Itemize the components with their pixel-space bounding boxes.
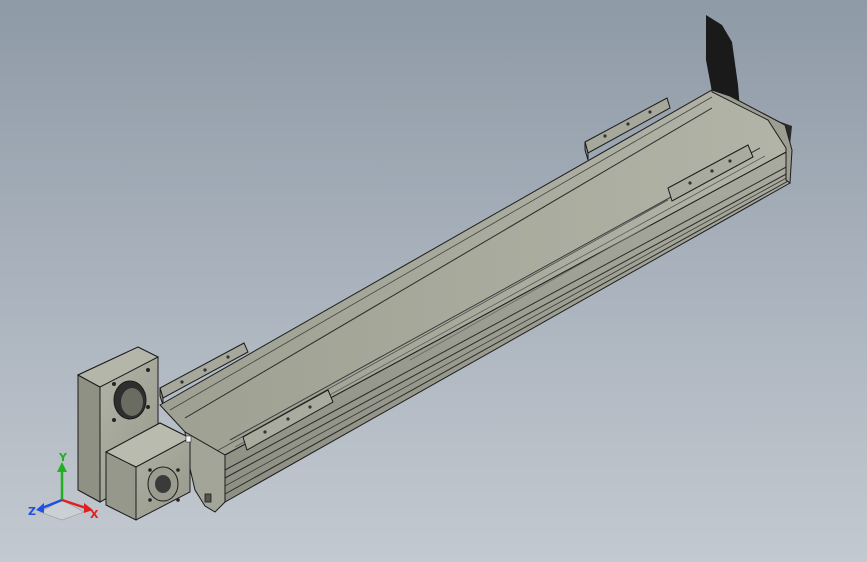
cad-viewport[interactable]: Y X Z [0,0,867,562]
z-arrow-head-icon [36,503,44,513]
model-canvas[interactable]: Y X Z [0,0,867,562]
x-axis-label: X [90,508,99,521]
y-axis-label: Y [58,451,68,464]
z-axis-label: Z [28,505,36,518]
